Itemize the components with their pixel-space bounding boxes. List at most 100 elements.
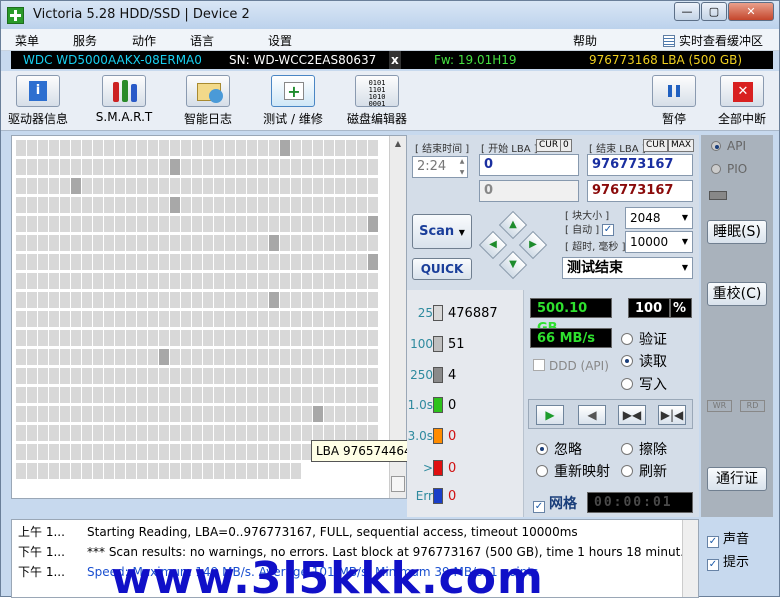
sound-checkbox[interactable]: ✓ 声音 (707, 528, 749, 548)
block-cell (346, 254, 356, 270)
drive-info-button[interactable]: i 驱动器信息 (7, 75, 69, 127)
dpad-up-button[interactable]: ▲ (498, 210, 528, 240)
grid-checkbox[interactable]: ✓ 网格 (533, 493, 577, 513)
ddd-api-checkbox[interactable]: DDD (API) (533, 359, 609, 373)
block-cell (192, 311, 202, 327)
block-cell (181, 178, 191, 194)
block-cell (203, 330, 213, 346)
block-cell (71, 349, 81, 365)
start-zero-button[interactable]: 0 (560, 139, 572, 152)
elapsed-spinner-icon[interactable]: ▲ ▼ (456, 156, 468, 178)
block-cell (335, 368, 345, 384)
block-cell (126, 292, 136, 308)
dpad-down-button[interactable]: ▼ (498, 250, 528, 280)
play-button[interactable]: ▶ (536, 405, 564, 425)
sleep-button[interactable]: 睡眠(S) (707, 220, 767, 244)
test-repair-button[interactable]: + 测试 / 维修 (261, 75, 325, 127)
block-cell (71, 292, 81, 308)
recalibrate-button[interactable]: 重校(C) (707, 282, 767, 306)
binary-icon: 0101 1101 1010 0001 (355, 75, 399, 108)
block-cell (170, 216, 180, 232)
menu-language[interactable]: 语言 (190, 32, 214, 49)
block-cell (16, 235, 26, 251)
block-cell (126, 330, 136, 346)
block-cell (60, 311, 70, 327)
end-lba-input[interactable]: 976773167 (587, 154, 693, 176)
block-cell (203, 311, 213, 327)
api-dot (711, 141, 721, 151)
refresh-dot (621, 465, 633, 477)
pio-radio[interactable]: PIO (711, 162, 747, 176)
menu-service[interactable]: 服务 (73, 32, 97, 49)
dpad-right-button[interactable]: ▶ (518, 230, 548, 260)
start-lba-input[interactable]: 0 (479, 154, 579, 176)
auto-checkbox[interactable]: ✓ (602, 220, 618, 236)
disk-editor-button[interactable]: 0101 1101 1010 0001 磁盘编辑器 (345, 75, 409, 127)
passport-button[interactable]: 通行证 (707, 467, 767, 491)
menu-action[interactable]: 动作 (132, 32, 156, 49)
block-cell (137, 444, 147, 460)
scroll-thumb[interactable] (391, 476, 405, 492)
block-cell (60, 330, 70, 346)
test-status-select[interactable]: 测试结束 (562, 257, 693, 279)
clear-device-button[interactable]: x (389, 51, 401, 69)
menu-settings[interactable]: 设置 (268, 32, 292, 49)
api-radio[interactable]: API (711, 139, 746, 153)
refresh-radio[interactable]: 刷新 (621, 461, 667, 481)
live-buffer-toggle[interactable]: 实时查看缓冲区 (663, 32, 763, 49)
block-cell (203, 140, 213, 156)
live-buffer-label: 实时查看缓冲区 (679, 34, 764, 48)
dpad-left-button[interactable]: ◀ (478, 230, 508, 260)
erase-radio[interactable]: 擦除 (621, 439, 667, 459)
remap-radio[interactable]: 重新映射 (536, 461, 610, 481)
smart-log-button[interactable]: 智能日志 (177, 75, 239, 127)
reverse-button[interactable]: ◀ (578, 405, 606, 425)
end-cur-button[interactable]: CUR (643, 139, 669, 152)
block-cell (159, 292, 169, 308)
timeout-select[interactable]: 10000 (625, 231, 693, 253)
block-cell (203, 254, 213, 270)
block-cell (115, 254, 125, 270)
drive-capacity: 976773168 LBA (500 GB) (589, 53, 743, 67)
write-radio[interactable]: 写入 (621, 374, 667, 394)
block-cell (126, 140, 136, 156)
block-cell (335, 311, 345, 327)
drive-serial: SN: WD-WCC2EAS80637 (229, 53, 377, 67)
verify-radio[interactable]: 验证 (621, 329, 667, 349)
log-scrollbar[interactable] (682, 520, 698, 597)
smart-button[interactable]: S.M.A.R.T (93, 75, 155, 124)
block-cell (170, 178, 180, 194)
ignore-radio[interactable]: 忽略 (536, 439, 582, 459)
block-cell (368, 368, 378, 384)
close-button[interactable]: ✕ (728, 2, 774, 21)
block-size-select[interactable]: 2048 (625, 207, 693, 229)
quick-button[interactable]: QUICK (412, 258, 472, 280)
menu-help[interactable]: 帮助 (573, 32, 597, 49)
block-cell (214, 235, 224, 251)
end-button[interactable]: ▶|◀ (658, 405, 686, 425)
block-cell (269, 178, 279, 194)
block-cell (104, 425, 114, 441)
block-cell (302, 178, 312, 194)
erase-dot (621, 443, 633, 455)
skip-button[interactable]: ▶◀ (618, 405, 646, 425)
pause-button[interactable]: 暂停 (651, 75, 697, 127)
scan-button[interactable]: Scan ▼ (412, 214, 472, 249)
block-cell (236, 254, 246, 270)
block-cell (236, 387, 246, 403)
read-radio[interactable]: 读取 (621, 351, 667, 371)
menu-main[interactable]: 菜单 (15, 32, 39, 49)
block-cell (104, 311, 114, 327)
scroll-up-icon[interactable]: ▲ (390, 136, 406, 152)
block-cell (104, 178, 114, 194)
hints-checkbox[interactable]: ✓ 提示 (707, 551, 749, 571)
app-window: Victoria 5.28 HDD/SSD | Device 2 — ▢ ✕ 菜… (0, 0, 780, 604)
block-cell (60, 178, 70, 194)
stop-all-button[interactable]: ✕ 全部中断 (713, 75, 771, 127)
pio-dot (711, 164, 721, 174)
end-max-button[interactable]: MAX (668, 139, 695, 152)
maximize-button[interactable]: ▢ (701, 2, 727, 21)
minimize-button[interactable]: — (674, 2, 700, 21)
block-cell (181, 254, 191, 270)
start-cur-button[interactable]: CUR (536, 139, 562, 152)
